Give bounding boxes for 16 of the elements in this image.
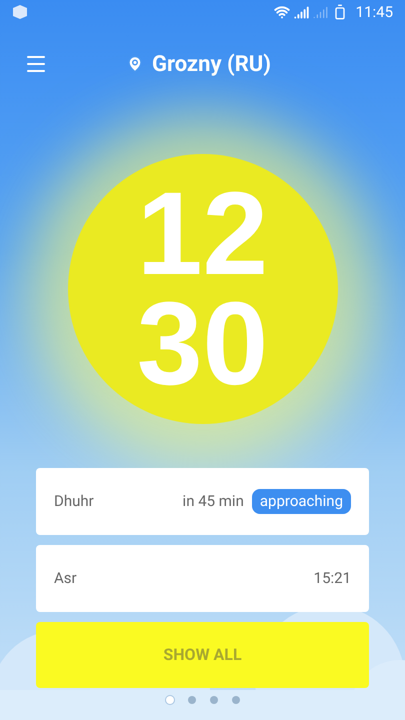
wifi-icon <box>274 4 290 20</box>
clock-hours: 12 <box>136 179 268 289</box>
location-pin-icon <box>126 55 144 73</box>
app-notification-icon <box>12 4 28 20</box>
status-badge: approaching <box>252 489 351 514</box>
prayer-card[interactable]: Asr 15:21 <box>36 545 369 612</box>
location-title: Grozny (RU) <box>152 50 272 78</box>
prayer-card[interactable]: Dhuhr in 45 min approaching <box>36 468 369 535</box>
prayer-name: Dhuhr <box>54 491 94 512</box>
clock-minutes: 30 <box>136 289 268 399</box>
prayer-name: Asr <box>54 568 77 590</box>
signal-icon <box>294 4 309 20</box>
status-time: 11:45 <box>356 2 393 23</box>
signal-icon <box>312 4 328 20</box>
prayer-time: in 45 min <box>182 491 244 512</box>
prayer-time: 15:21 <box>314 568 351 590</box>
